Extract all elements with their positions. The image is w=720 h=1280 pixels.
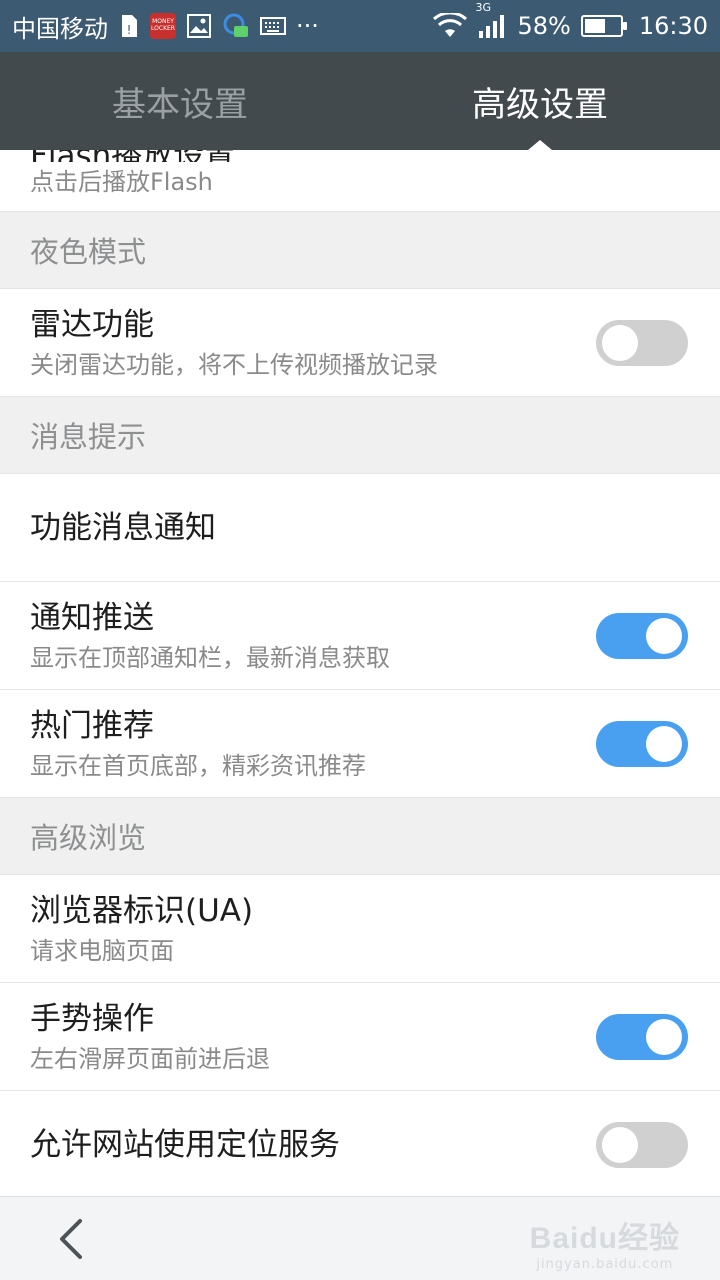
keyboard-icon [260, 16, 286, 36]
toggle-knob [602, 1126, 638, 1163]
settings-item-hot-recommend[interactable]: 热门推荐 显示在首页底部，精彩资讯推荐 [0, 690, 720, 798]
toggle-knob [646, 725, 682, 762]
more-notifications-icon: ··· [296, 12, 319, 40]
money-locker-icon: MONEY LOCKER [150, 13, 176, 39]
settings-item-title: 浏览器标识(UA) [30, 892, 254, 929]
location-toggle[interactable] [596, 1121, 688, 1168]
section-header-notifications: 消息提示 [0, 397, 720, 474]
section-header-night-mode: 夜色模式 [0, 212, 720, 289]
watermark-sub: jingyan.baidu.com [536, 1257, 674, 1272]
settings-item-radar[interactable]: 雷达功能 关闭雷达功能，将不上传视频播放记录 [0, 289, 720, 397]
chevron-left-icon [60, 1219, 82, 1259]
screen: 中国移动 ! MONEY LOCKER ··· 3G 58% 16:30 基本设… [0, 0, 720, 1280]
battery-percent: 58% [517, 12, 571, 40]
battery-icon [580, 15, 627, 37]
svg-text:!: ! [127, 23, 132, 37]
settings-item-user-agent[interactable]: 浏览器标识(UA) 请求电脑页面 [0, 875, 720, 983]
toggle-knob [602, 324, 638, 361]
settings-item-subtitle: 左右滑屏页面前进后退 [30, 1044, 270, 1073]
settings-list[interactable]: Flash播放设置 点击后播放Flash 夜色模式 雷达功能 关闭雷达功能，将不… [0, 150, 720, 1196]
settings-item-title: Flash播放设置 [30, 150, 235, 162]
settings-item-gesture[interactable]: 手势操作 左右滑屏页面前进后退 [0, 983, 720, 1091]
hot-recommend-toggle[interactable] [596, 720, 688, 767]
settings-item-subtitle: 显示在顶部通知栏，最新消息获取 [30, 643, 390, 672]
toggle-knob [646, 1018, 682, 1055]
baidu-watermark: Baidu经验 jingyan.baidu.com [530, 1213, 680, 1272]
settings-item-feature-notifications[interactable]: 功能消息通知 [0, 474, 720, 582]
settings-item-location[interactable]: 允许网站使用定位服务 [0, 1091, 720, 1196]
settings-item-subtitle: 关闭雷达功能，将不上传视频播放记录 [30, 350, 438, 379]
gesture-toggle[interactable] [596, 1013, 688, 1060]
carrier-label: 中国移动 [12, 14, 108, 43]
network-type-label: 3G [475, 1, 492, 14]
image-icon [186, 13, 212, 39]
tab-label: 高级设置 [472, 84, 608, 125]
status-bar: 中国移动 ! MONEY LOCKER ··· 3G 58% 16:30 [0, 0, 720, 52]
signal-icon: 3G [475, 1, 507, 39]
tab-advanced-settings[interactable]: 高级设置 [360, 52, 720, 150]
settings-item-title: 功能消息通知 [30, 509, 216, 546]
push-toggle[interactable] [596, 612, 688, 659]
settings-item-subtitle: 请求电脑页面 [30, 936, 174, 965]
section-header-advanced-browsing: 高级浏览 [0, 798, 720, 875]
wifi-icon [433, 13, 468, 39]
settings-item-title: 手势操作 [30, 1000, 154, 1037]
settings-item-subtitle: 显示在首页底部，精彩资讯推荐 [30, 751, 366, 780]
settings-item-flash[interactable]: Flash播放设置 点击后播放Flash [0, 150, 720, 212]
radar-toggle[interactable] [596, 319, 688, 366]
settings-item-title: 允许网站使用定位服务 [30, 1126, 340, 1163]
back-button[interactable] [50, 1215, 90, 1263]
settings-item-push[interactable]: 通知推送 显示在顶部通知栏，最新消息获取 [0, 582, 720, 690]
tab-basic-settings[interactable]: 基本设置 [0, 52, 360, 150]
settings-item-subtitle: 点击后播放Flash [30, 168, 213, 196]
clock: 16:30 [638, 12, 708, 40]
tab-label: 基本设置 [112, 84, 248, 125]
sim-warning-icon: ! [118, 13, 140, 39]
bottom-bar: Baidu经验 jingyan.baidu.com [0, 1196, 720, 1280]
settings-item-title: 通知推送 [30, 599, 154, 636]
settings-item-title: 热门推荐 [30, 707, 154, 744]
settings-item-title: 雷达功能 [30, 306, 154, 343]
message-app-icon [222, 12, 250, 40]
toggle-knob [646, 617, 682, 654]
watermark-main: Baidu经验 [529, 1222, 680, 1255]
settings-tab-bar: 基本设置 高级设置 [0, 52, 720, 150]
